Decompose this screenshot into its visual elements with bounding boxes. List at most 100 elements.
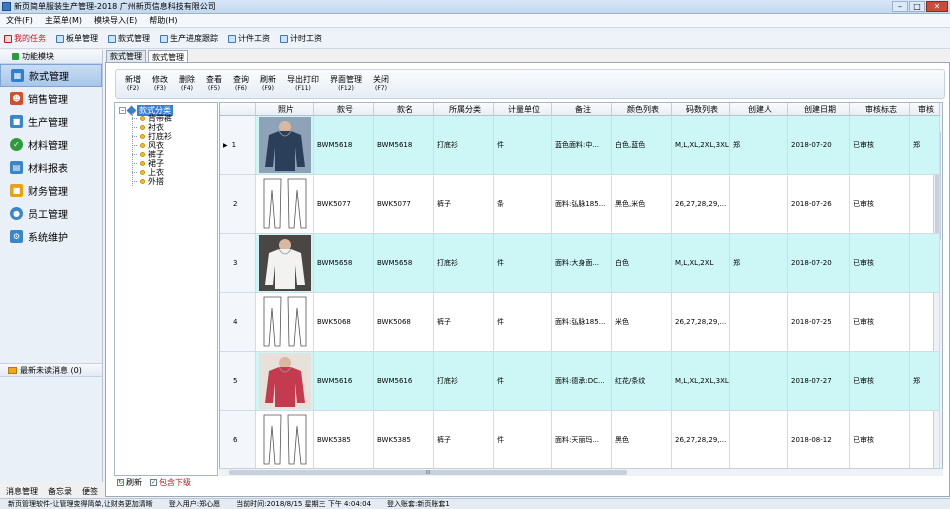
cell-auditor[interactable]	[910, 293, 940, 352]
action-button-3[interactable]: 查看 (F5)	[206, 75, 222, 93]
column-header[interactable]: 所属分类	[434, 103, 494, 116]
cell-name[interactable]: BWK5068	[374, 293, 434, 352]
cell-code[interactable]: BWM5616	[314, 352, 374, 411]
minimize-icon[interactable]: –	[892, 1, 908, 12]
row-number[interactable]: 6	[220, 411, 256, 470]
action-button-0[interactable]: 新增 (F2)	[125, 75, 141, 93]
product-photo[interactable]	[256, 234, 314, 293]
cell-unit[interactable]: 件	[494, 352, 552, 411]
nav-item-sales[interactable]: ☻ 销售管理	[0, 87, 102, 110]
cell-creator[interactable]: 郑	[730, 116, 788, 175]
cell-code[interactable]: BWK5068	[314, 293, 374, 352]
message-management-link[interactable]: 消息管理	[6, 486, 38, 497]
column-header[interactable]: 创建日期	[788, 103, 850, 116]
cell-name[interactable]: BWK5077	[374, 175, 434, 234]
nav-item-style[interactable]: ▦ 款式管理	[0, 64, 102, 87]
product-photo[interactable]	[256, 411, 314, 470]
product-photo[interactable]	[256, 293, 314, 352]
cell-creator[interactable]: 郑	[730, 234, 788, 293]
cell-sizes[interactable]: 26,27,28,29,...	[672, 293, 730, 352]
cell-creator[interactable]	[730, 352, 788, 411]
memo-link[interactable]: 备忘录	[48, 486, 72, 497]
action-button-2[interactable]: 删除 (F4)	[179, 75, 195, 93]
refresh-button[interactable]: ↻ 刷新	[117, 477, 142, 488]
cell-audit[interactable]: 已审核	[850, 234, 910, 293]
table-row[interactable]: 3 BWM5658 BWM5658 打底衫件面料:大身面... 白色 M,L,XL,2XL…	[220, 234, 940, 293]
quick-my-tasks[interactable]: 我的任务	[4, 33, 46, 44]
cell-category[interactable]: 打底衫	[434, 234, 494, 293]
cell-sizes[interactable]: 26,27,28,29,...	[672, 411, 730, 470]
cell-colors[interactable]: 白色	[612, 234, 672, 293]
cell-note[interactable]: 面料:弘脉185...	[552, 293, 612, 352]
cell-auditor[interactable]: 郑	[910, 352, 940, 411]
cell-code[interactable]: BWK5077	[314, 175, 374, 234]
column-header[interactable]	[220, 103, 256, 116]
product-photo[interactable]	[256, 352, 314, 411]
column-header[interactable]: 款名	[374, 103, 434, 116]
close-icon[interactable]: ✕	[926, 1, 948, 12]
column-header[interactable]: 备注	[552, 103, 612, 116]
cell-colors[interactable]: 黑色,米色	[612, 175, 672, 234]
unread-messages[interactable]: 最新未读消息 (0)	[0, 363, 102, 377]
cell-sizes[interactable]: M,L,XL,2XL,3XL	[672, 116, 730, 175]
cell-note[interactable]: 面料:德承:DC...	[552, 352, 612, 411]
cell-category[interactable]: 裤子	[434, 293, 494, 352]
action-button-8[interactable]: 关闭 (F7)	[373, 75, 389, 93]
quick-hourly-wages[interactable]: 计时工资	[280, 33, 322, 44]
cell-unit[interactable]: 件	[494, 411, 552, 470]
cell-colors[interactable]: 黑色	[612, 411, 672, 470]
column-header[interactable]: 审核标志	[850, 103, 910, 116]
menu-import[interactable]: 模块导入(E)	[94, 15, 137, 26]
cell-code[interactable]: BWM5618	[314, 116, 374, 175]
cell-code[interactable]: BWM5658	[314, 234, 374, 293]
quick-piece-wages[interactable]: 计件工资	[228, 33, 270, 44]
cell-note[interactable]: 蓝色面料:中...	[552, 116, 612, 175]
cell-unit[interactable]: 条	[494, 175, 552, 234]
cell-unit[interactable]: 件	[494, 293, 552, 352]
cell-audit[interactable]: 已审核	[850, 411, 910, 470]
cell-note[interactable]: 面料:大身面...	[552, 234, 612, 293]
collapse-icon[interactable]: –	[119, 107, 126, 114]
cell-colors[interactable]: 米色	[612, 293, 672, 352]
table-row[interactable]: 5 BWM5616 BWM5616 打底衫件面料:德承:DC... 红花/条纹 M,L,X…	[220, 352, 940, 411]
product-photo[interactable]	[256, 175, 314, 234]
cell-category[interactable]: 打底衫	[434, 116, 494, 175]
menu-help[interactable]: 帮助(H)	[149, 15, 177, 26]
tab-style-management-1[interactable]: 款式管理	[106, 50, 146, 62]
row-number[interactable]: 5	[220, 352, 256, 411]
horizontal-scrollbar[interactable]: III	[219, 468, 943, 476]
action-button-1[interactable]: 修改 (F3)	[152, 75, 168, 93]
column-header[interactable]: 计量单位	[494, 103, 552, 116]
row-number[interactable]: 3	[220, 234, 256, 293]
nav-item-employees[interactable]: ● 员工管理	[0, 202, 102, 225]
nav-item-materials[interactable]: ✓ 材料管理	[0, 133, 102, 156]
cell-date[interactable]: 2018-07-20	[788, 116, 850, 175]
cell-note[interactable]: 面料:弘脉185...	[552, 175, 612, 234]
cell-audit[interactable]: 已审核	[850, 352, 910, 411]
nav-item-production[interactable]: ■ 生产管理	[0, 110, 102, 133]
cell-unit[interactable]: 件	[494, 234, 552, 293]
cell-date[interactable]: 2018-07-27	[788, 352, 850, 411]
cell-audit[interactable]: 已审核	[850, 116, 910, 175]
cell-name[interactable]: BWM5658	[374, 234, 434, 293]
product-photo[interactable]	[256, 116, 314, 175]
cell-date[interactable]: 2018-07-26	[788, 175, 850, 234]
column-header[interactable]: 颜色列表	[612, 103, 672, 116]
cell-name[interactable]: BWM5616	[374, 352, 434, 411]
column-header[interactable]: 照片	[256, 103, 314, 116]
table-row[interactable]: ▶ 1 BWM5618 BWM5618 打底衫件蓝色面料:中... 白色,蓝色 M,L,XL…	[220, 116, 940, 175]
row-number[interactable]: 2	[220, 175, 256, 234]
column-header[interactable]: 审核	[910, 103, 940, 116]
row-number[interactable]: ▶ 1	[220, 116, 256, 175]
action-button-6[interactable]: 导出打印 (F11)	[287, 75, 319, 93]
include-sub-checkbox[interactable]: ✓ 包含下级	[150, 477, 191, 488]
cell-sizes[interactable]: 26,27,28,29,...	[672, 175, 730, 234]
cell-audit[interactable]: 已审核	[850, 175, 910, 234]
cell-date[interactable]: 2018-07-25	[788, 293, 850, 352]
quick-style-management[interactable]: 款式管理	[108, 33, 150, 44]
cell-auditor[interactable]	[910, 175, 940, 234]
cell-auditor[interactable]	[910, 411, 940, 470]
cell-name[interactable]: BWK5385	[374, 411, 434, 470]
column-header[interactable]: 创建人	[730, 103, 788, 116]
cell-date[interactable]: 2018-08-12	[788, 411, 850, 470]
